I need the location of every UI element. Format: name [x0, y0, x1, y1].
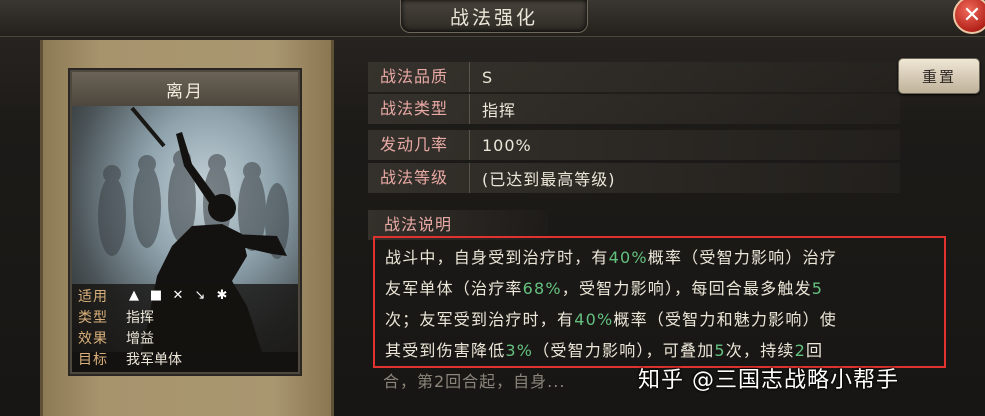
applicable-row: 适用 ▲ ■ ✕ ↘ ✱ [78, 286, 230, 306]
troop-icons: ▲ ■ ✕ ↘ ✱ [126, 288, 230, 304]
reset-button[interactable]: 重置 [898, 58, 980, 94]
target-value: 我军单体 [126, 352, 182, 368]
property-value: 指挥 [482, 101, 517, 120]
skill-name: 离月 [166, 81, 204, 102]
type-value: 指挥 [126, 310, 154, 326]
description-text: 概率（受智力影响）治疗 [647, 248, 837, 267]
description-text: 其受到伤害降低 [385, 341, 506, 360]
property-label: 战法等级 [368, 163, 470, 193]
wheel-icon: ✱ [216, 288, 228, 303]
skill-card: 离月 适用 ▲ ■ ✕ ↘ ✱ 类型 指挥 效果 增益 目标 我军单体 [70, 70, 300, 374]
description-line: 友军单体（治疗率68%，受智力影响），每回合最多触发5 [385, 273, 938, 304]
description-text: 回 [806, 341, 824, 360]
description-text: 战斗中，自身受到治疗时，有 [385, 248, 609, 267]
description-line: 次；友军受到治疗时，有40%概率（受智力和魅力影响）使 [385, 304, 938, 335]
type-label: 类型 [78, 310, 108, 326]
watermark: 知乎 @三国志战略小帮手 [638, 368, 899, 393]
effect-row: 效果 增益 [78, 328, 154, 348]
description-text: 次；友军受到治疗时，有 [385, 310, 575, 329]
highlight-value: 3% [505, 341, 534, 360]
spear-icon: ↘ [194, 288, 206, 303]
description-box: 战斗中，自身受到治疗时，有40%概率（受智力影响）治疗 友军单体（治疗率68%，受… [373, 236, 946, 368]
shield-icon: ■ [149, 288, 163, 303]
target-row: 目标 我军单体 [78, 349, 182, 369]
property-label: 发动几率 [368, 130, 470, 160]
description-text: 概率（受智力和魅力影响）使 [613, 310, 837, 329]
effect-label: 效果 [78, 331, 108, 347]
highlight-value: 68% [522, 279, 562, 298]
type-row: 类型 指挥 [78, 307, 154, 327]
description-text: ，受智力影响），每回合最多触发 [561, 279, 812, 298]
cavalry-icon: ▲ [129, 288, 139, 303]
highlight-value: 2 [794, 341, 806, 360]
bow-icon: ✕ [172, 288, 184, 303]
property-value: 100% [482, 135, 532, 155]
description-text: （受智力影响），可叠加 [533, 341, 715, 360]
property-row: 战法类型 指挥 [368, 94, 900, 124]
highlight-value: 40% [608, 248, 648, 267]
property-value: (已达到最高等级) [482, 170, 616, 189]
effect-value: 增益 [126, 331, 154, 347]
property-row: 战法等级 (已达到最高等级) [368, 163, 900, 193]
description-text: 次，持续 [725, 341, 795, 360]
window-title: 战法强化 [449, 6, 538, 29]
description-tail: 合，第2回合起，自身... [383, 372, 566, 391]
property-row: 发动几率 100% [368, 130, 900, 160]
highlight-value: 40% [574, 310, 614, 329]
target-label: 目标 [78, 352, 108, 368]
property-row: 战法品质 S [368, 62, 900, 92]
card-header: 离月 [72, 72, 298, 106]
description-line: 战斗中，自身受到治疗时，有40%概率（受智力影响）治疗 [385, 242, 938, 273]
applicable-label: 适用 [78, 289, 108, 305]
close-icon: ✕ [962, 2, 982, 28]
highlight-value: 5 [714, 341, 726, 360]
property-value: S [482, 67, 494, 87]
card-info: 适用 ▲ ■ ✕ ↘ ✱ 类型 指挥 效果 增益 目标 我军单体 [72, 284, 298, 372]
highlight-value: 5 [811, 279, 824, 298]
property-label: 战法品质 [368, 62, 470, 92]
description-text: 友军单体（治疗率 [385, 279, 523, 298]
title-plate: 战法强化 [400, 0, 588, 33]
property-label: 战法类型 [368, 94, 470, 124]
